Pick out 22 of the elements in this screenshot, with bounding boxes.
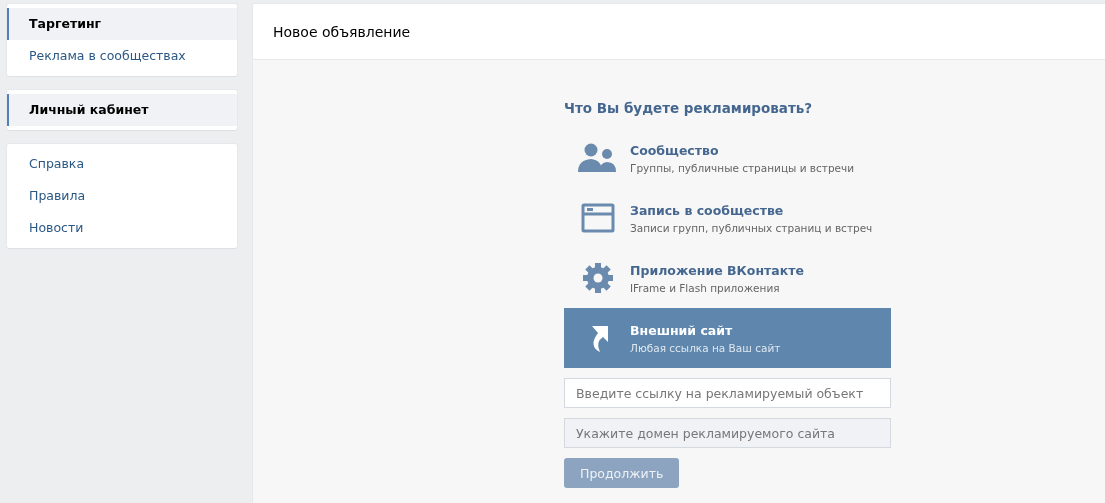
sidebar-item[interactable]: Личный кабинет <box>7 94 237 126</box>
page-title: Новое объявление <box>273 23 411 40</box>
ad-type-option[interactable]: Запись в сообществе Записи групп, публичных страниц и встреч <box>564 188 891 248</box>
people-icon <box>578 142 618 174</box>
option-title: Запись в сообществе <box>630 202 785 218</box>
option-description: Группы, публичные страницы и встречи <box>630 161 855 174</box>
option-title: Внешний сайт <box>630 322 734 338</box>
sidebar-item[interactable]: Таргетинг <box>7 8 237 40</box>
option-description: Записи групп, публичных страниц и встреч <box>630 221 873 234</box>
input-field[interactable]: Введите ссылку на рекламируемый объект <box>564 378 891 408</box>
option-title: Приложение ВКонтакте <box>630 262 804 278</box>
ad-type-option[interactable]: Внешний сайт Любая ссылка на Ваш сайт <box>564 308 891 368</box>
sidebar-item[interactable]: Новости <box>7 212 237 244</box>
ad-type-option[interactable]: Сообщество Группы, публичные страницы и встречи <box>564 128 891 188</box>
ad-type-option[interactable]: Приложение ВКонтакте IFrame и Flash приложения <box>564 248 891 308</box>
option-title: Сообщество <box>630 142 720 158</box>
sidebar-item[interactable]: Справка <box>7 148 237 180</box>
sidebar-item[interactable]: Реклама в сообществах <box>7 40 237 72</box>
option-description: IFrame и Flash приложения <box>630 281 781 294</box>
option-description: Любая ссылка на Ваш сайт <box>630 341 781 354</box>
question-heading: Что Вы будете рекламировать? <box>564 100 814 116</box>
sidebar-item[interactable]: Правила <box>7 180 237 212</box>
